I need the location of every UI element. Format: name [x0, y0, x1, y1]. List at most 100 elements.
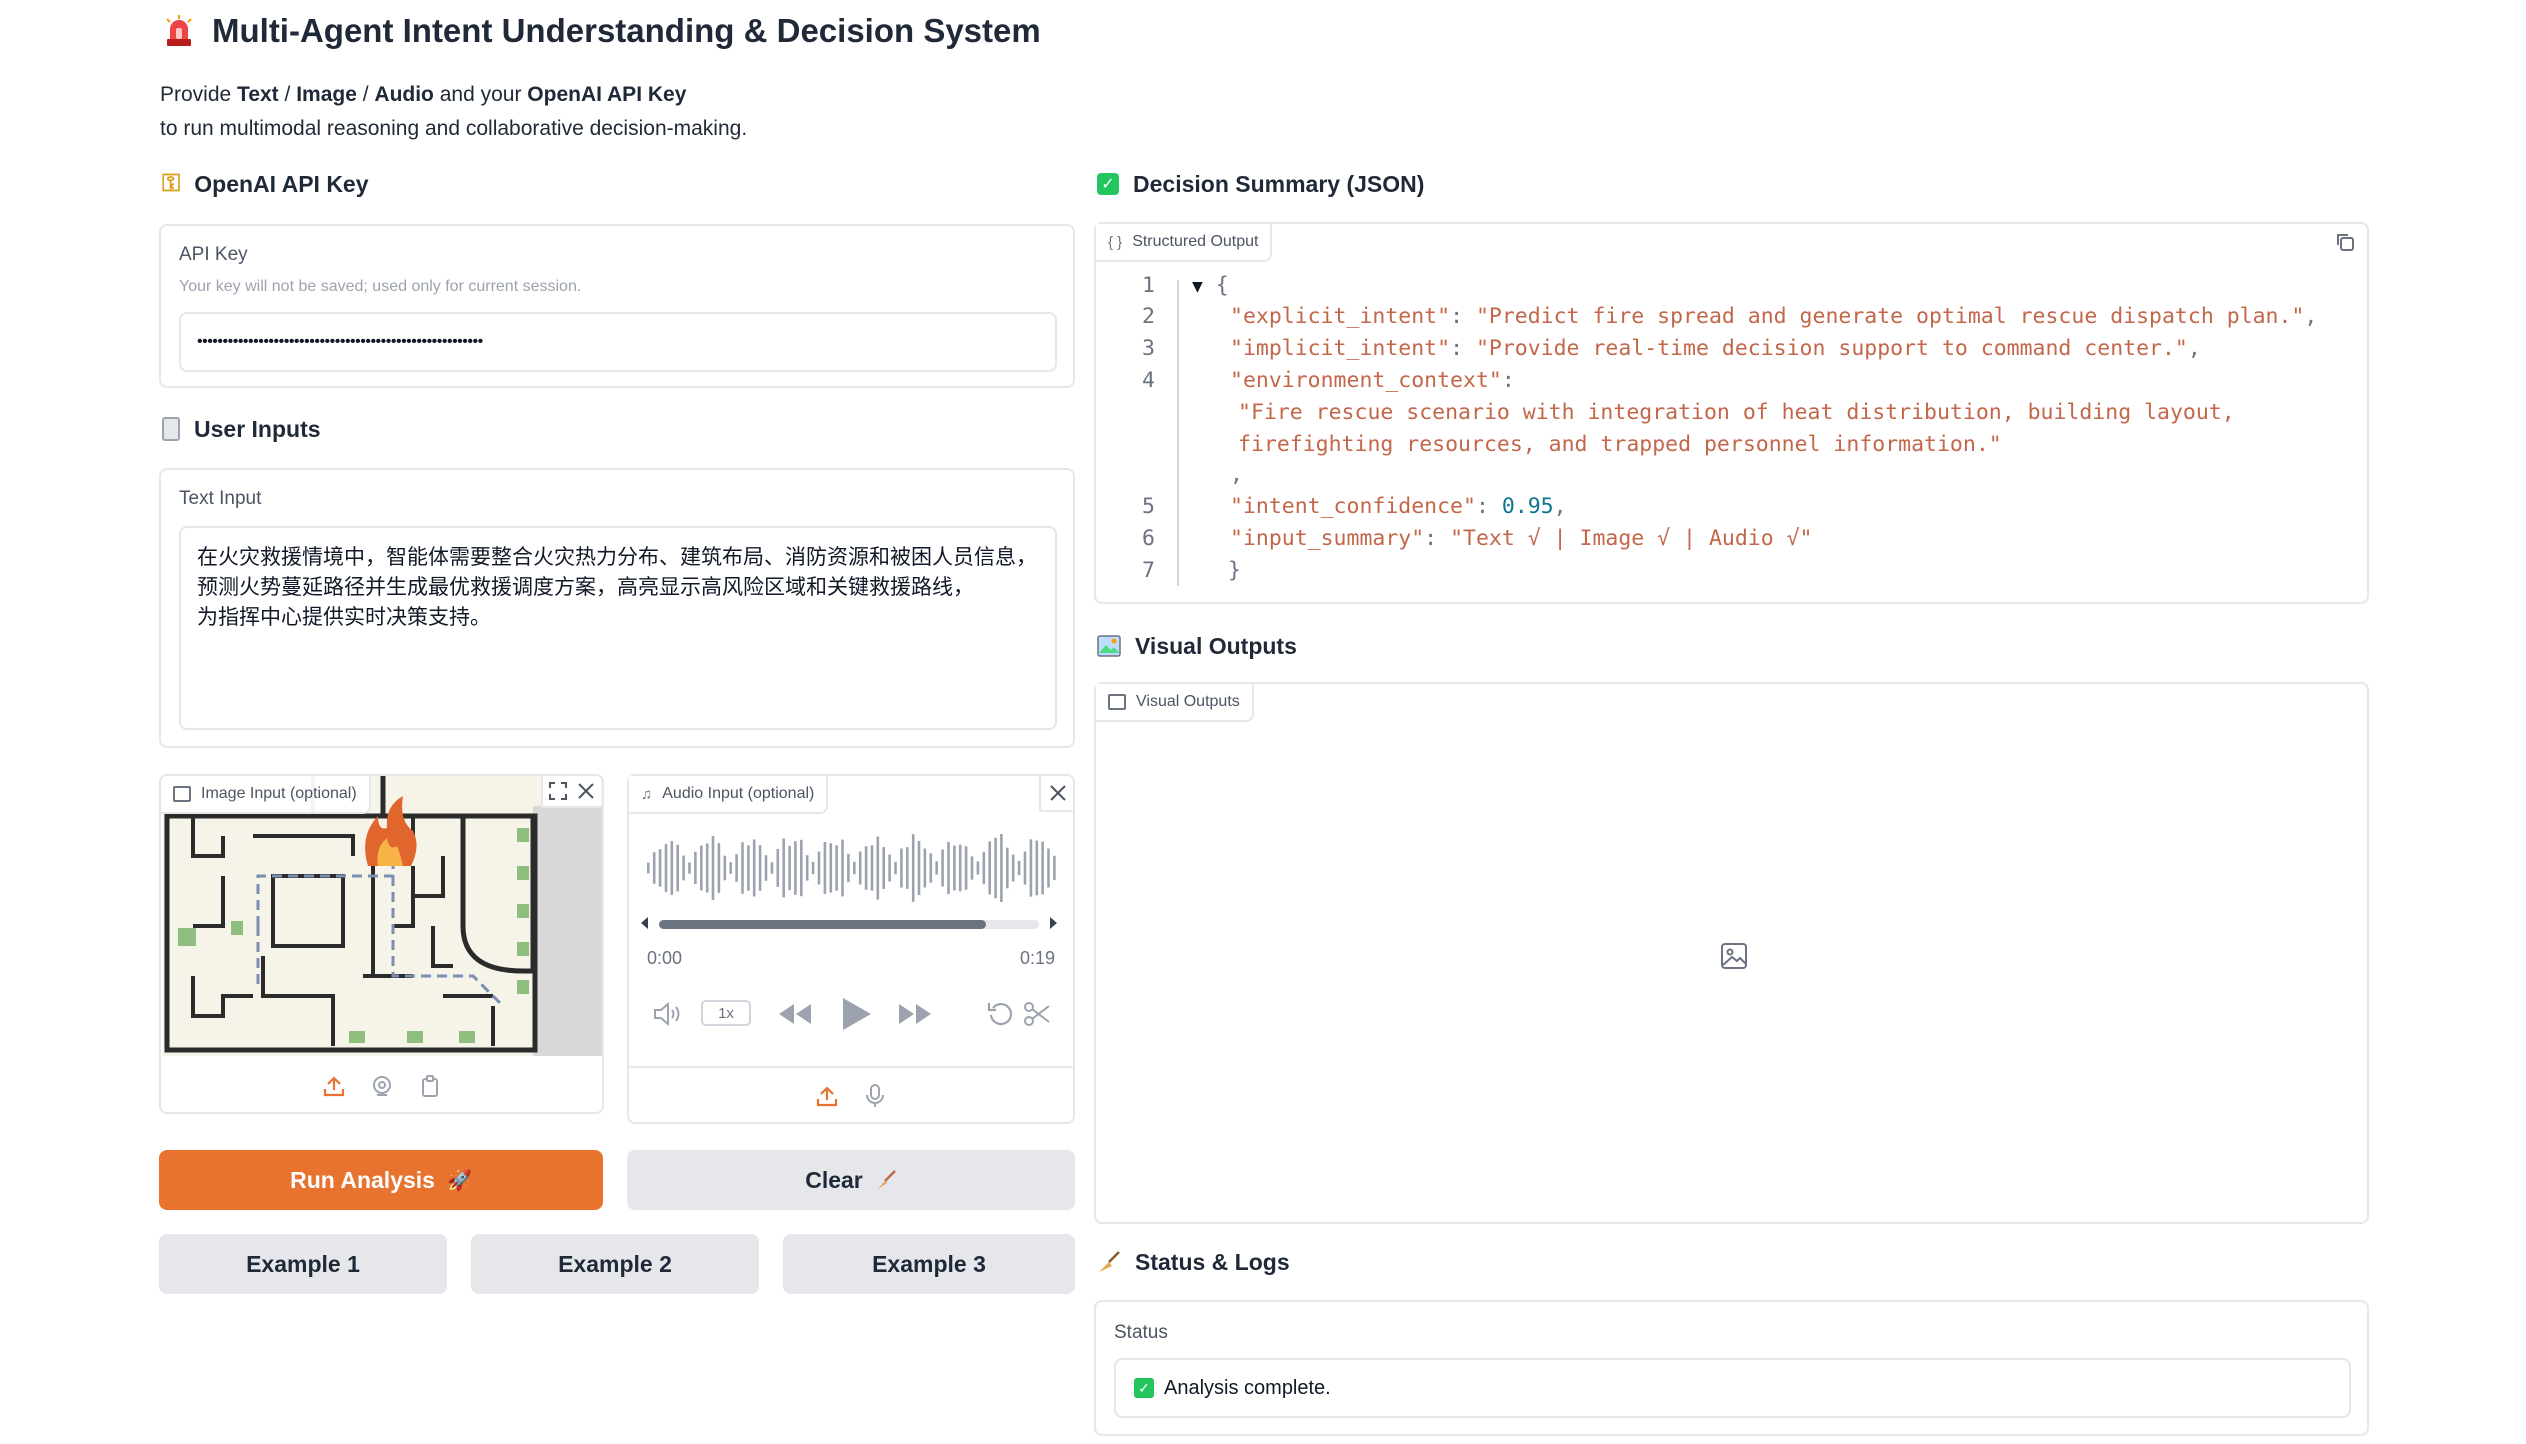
waveform-bar	[723, 855, 727, 881]
fullscreen-icon[interactable]	[541, 776, 573, 808]
page-title-row: Multi-Agent Intent Understanding & Decis…	[164, 6, 1041, 56]
play-icon[interactable]	[839, 996, 873, 1032]
audio-waveform[interactable]	[647, 828, 1059, 908]
notepad-icon	[162, 417, 180, 441]
user-inputs-section-title: User Inputs	[162, 413, 321, 445]
waveform-bar	[911, 834, 915, 902]
status-section-title: Status & Logs	[1097, 1246, 1290, 1278]
copy-icon[interactable]	[2331, 228, 2359, 256]
volume-icon[interactable]	[653, 1002, 683, 1026]
page-title: Multi-Agent Intent Understanding & Decis…	[212, 12, 1041, 49]
example-3-button[interactable]: Example 3	[783, 1234, 1075, 1294]
text-input-panel: Text Input 在火灾救援情境中，智能体需要整合火灾热力分布、建筑布局、消…	[159, 468, 1075, 748]
waveform-bar	[717, 843, 721, 893]
trim-scissors-icon[interactable]	[1023, 1000, 1051, 1028]
visual-section-title: Visual Outputs	[1097, 630, 1297, 662]
audio-close-icon[interactable]	[1039, 776, 1075, 812]
upload-icon[interactable]	[816, 1085, 838, 1107]
json-line-6: "input_summary": "Text √ | Image √ | Aud…	[1230, 526, 1813, 551]
line-number: 6	[1142, 526, 1155, 551]
fast-forward-icon[interactable]	[897, 1002, 933, 1026]
waveform-bar	[752, 839, 756, 897]
audio-controls: 1x	[653, 994, 1055, 1034]
waveform-bar	[847, 853, 850, 883]
waveform-bar	[935, 861, 938, 875]
clipboard-icon[interactable]	[419, 1075, 441, 1097]
waveform-bar	[782, 838, 785, 898]
waveform-bar	[829, 843, 833, 893]
waveform-bar	[800, 839, 803, 897]
waveform-bar	[917, 841, 921, 896]
seek-left-arrow-icon	[641, 917, 648, 929]
example-1-button[interactable]: Example 1	[159, 1234, 447, 1294]
picture-icon	[1097, 635, 1121, 657]
structured-output-tag: { } Structured Output	[1096, 224, 1273, 262]
reset-icon[interactable]	[987, 1000, 1015, 1028]
playback-speed-button[interactable]: 1x	[701, 1000, 751, 1026]
run-analysis-button[interactable]: Run Analysis 🚀	[159, 1150, 603, 1210]
audio-divider	[629, 1066, 1073, 1068]
waveform-bar	[700, 845, 703, 891]
waveform-bar	[764, 855, 768, 881]
waveform-bar	[958, 844, 962, 892]
upload-icon[interactable]	[323, 1075, 345, 1097]
waveform-bar	[906, 847, 909, 889]
seek-fill	[659, 920, 986, 929]
json-line-4-value-a: "Fire rescue scenario with integration o…	[1238, 400, 2235, 425]
key-icon: ⚿	[162, 170, 181, 197]
waveform-bar	[953, 845, 956, 891]
waveform-bar	[1029, 839, 1033, 897]
sweep-icon	[1099, 1251, 1120, 1272]
line-number: 5	[1142, 494, 1155, 519]
waveform-bar	[664, 844, 668, 892]
check-box-icon: ✓	[1097, 173, 1119, 195]
line-number: 3	[1142, 336, 1155, 361]
line-number: 2	[1142, 304, 1155, 329]
waveform-bar	[1053, 855, 1056, 881]
microphone-icon[interactable]	[864, 1084, 886, 1108]
close-icon[interactable]	[571, 776, 601, 808]
api-key-input[interactable]: ••••••••••••••••••••••••••••••••••••••••…	[179, 312, 1057, 372]
rewind-icon[interactable]	[777, 1002, 813, 1026]
waveform-bar	[1023, 851, 1027, 885]
waveform-bar	[864, 846, 868, 890]
waveform-bar	[688, 862, 691, 874]
json-line-2: "explicit_intent": "Predict fire spread …	[1230, 304, 2318, 329]
waveform-bar	[694, 851, 697, 885]
json-line-4-value-b: firefighting resources, and trapped pers…	[1238, 432, 2002, 457]
waveform-bar	[729, 862, 732, 874]
api-key-section-title: ⚿ OpenAI API Key	[162, 170, 369, 197]
decision-section-title: ✓ Decision Summary (JSON)	[1097, 168, 1424, 200]
waveform-bar	[658, 849, 662, 887]
clear-button[interactable]: Clear	[627, 1150, 1075, 1210]
json-line-4-comma: ,	[1230, 462, 1243, 487]
waveform-bar	[788, 845, 791, 891]
seek-right-arrow-icon	[1050, 917, 1057, 929]
visual-outputs-tag: Visual Outputs	[1096, 684, 1254, 722]
webcam-icon[interactable]	[371, 1075, 393, 1097]
waveform-bar	[858, 851, 862, 885]
text-input-field[interactable]: 在火灾救援情境中，智能体需要整合火灾热力分布、建筑布局、消防资源和被困人员信息，…	[179, 526, 1057, 730]
waveform-bar	[941, 849, 944, 887]
waveform-bar	[876, 836, 880, 900]
collapse-toggle-icon[interactable]: ▼	[1192, 276, 1203, 297]
waveform-bar	[758, 845, 762, 891]
waveform-bar	[964, 846, 968, 890]
waveform-bar	[947, 841, 950, 895]
waveform-bar	[870, 845, 874, 891]
example-2-button[interactable]: Example 2	[471, 1234, 759, 1294]
waveform-bar	[823, 842, 827, 894]
waveform-bar	[1017, 860, 1021, 876]
braces-icon: { }	[1108, 233, 1123, 251]
json-line-7: }	[1228, 558, 1241, 583]
waveform-bar	[994, 837, 997, 899]
waveform-bar	[888, 854, 891, 882]
api-key-info: Your key will not be saved; used only fo…	[179, 278, 582, 295]
audio-input-panel: ♫ Audio Input (optional) 0:00 0:19 1x	[627, 774, 1075, 1124]
api-key-label: API Key	[179, 244, 248, 265]
waveform-bar	[1011, 854, 1015, 882]
audio-seek-bar[interactable]	[641, 917, 1057, 929]
waveform-bar	[882, 847, 885, 889]
json-line-4: "environment_context":	[1230, 368, 1515, 393]
waveform-bar	[747, 845, 750, 891]
